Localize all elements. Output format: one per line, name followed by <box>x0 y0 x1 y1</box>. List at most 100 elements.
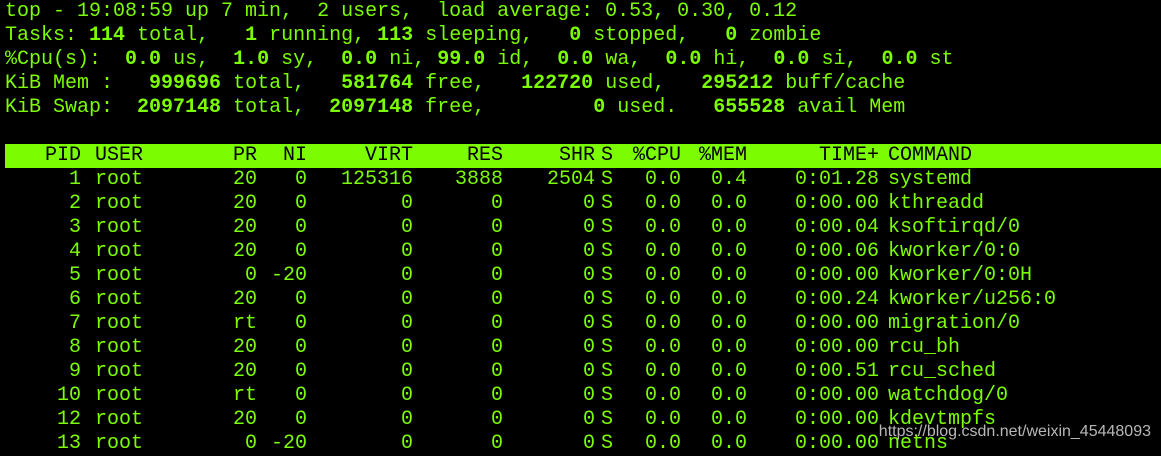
cpu-id-label: id, <box>497 48 534 71</box>
mem-cell: 0.0 <box>710 192 747 215</box>
state-cell: S <box>601 336 614 359</box>
shr-cell: 0 <box>582 384 595 407</box>
pr-cell: 20 <box>232 288 257 311</box>
mem-cell: 0.4 <box>710 168 747 191</box>
mem-cell: 0.0 <box>710 336 747 359</box>
time-cell: 0:00.00 <box>794 264 879 287</box>
pid-cell: 3 <box>68 216 81 239</box>
summary-uptime-line: top - 19:08:59 up 7 min, 2 users, load a… <box>5 0 797 24</box>
top-users: 2 users, <box>305 0 426 23</box>
pid-cell: 7 <box>68 312 81 335</box>
process-row[interactable]: 6 root 20 0 0 0 0 S 0.0 0.0 0:00.24 kworker/u256:0 <box>5 288 1161 312</box>
process-row[interactable]: 8 root 20 0 0 0 0 S 0.0 0.0 0:00.00 rcu_bh <box>5 336 1161 360</box>
cpu-id-value: 99.0 <box>437 48 486 71</box>
shr-cell: 0 <box>582 408 595 431</box>
top-time: 19:08:59 <box>77 0 174 23</box>
header-ni: NI <box>282 144 307 167</box>
swap-avail-value: 655528 <box>713 96 786 119</box>
header-time: TIME+ <box>818 144 879 167</box>
time-cell: 0:00.00 <box>794 192 879 215</box>
cpu-wa-value: 0.0 <box>557 48 594 71</box>
pr-cell: 20 <box>232 168 257 191</box>
process-table-header: PID USER PR NI VIRT RES SHR S %CPU %MEM … <box>5 144 1161 168</box>
cpu-sy-value: 1.0 <box>233 48 270 71</box>
time-cell: 0:00.00 <box>794 336 879 359</box>
ni-cell: -20 <box>270 432 307 455</box>
shr-cell: 0 <box>582 288 595 311</box>
top-prefix: top - <box>5 0 78 23</box>
tasks-zombie-value: 0 <box>725 24 738 47</box>
state-cell: S <box>601 168 614 191</box>
pid-cell: 2 <box>68 192 81 215</box>
process-row[interactable]: 7 root rt 0 0 0 0 S 0.0 0.0 0:00.00 migration/0 <box>5 312 1161 336</box>
header-res: RES <box>466 144 503 167</box>
mem-used-label: used, <box>605 72 666 95</box>
process-row[interactable]: 4 root 20 0 0 0 0 S 0.0 0.0 0:00.06 kworker/0:0 <box>5 240 1161 264</box>
mem-used-value: 122720 <box>521 72 594 95</box>
res-cell: 0 <box>490 336 503 359</box>
user-cell: root <box>95 264 144 287</box>
user-cell: root <box>95 192 144 215</box>
virt-cell: 0 <box>400 192 413 215</box>
time-cell: 0:00.06 <box>794 240 879 263</box>
time-cell: 0:00.00 <box>794 312 879 335</box>
cpu-cell: 0.0 <box>644 432 681 455</box>
shr-cell: 0 <box>582 240 595 263</box>
swap-free-label: free, <box>425 96 486 119</box>
process-row[interactable]: 9 root 20 0 0 0 0 S 0.0 0.0 0:00.51 rcu_sched <box>5 360 1161 384</box>
summary-mem-line: KiB Mem : 999696 total, 581764 free, 122… <box>5 72 905 96</box>
cpu-ni-label: ni, <box>389 48 426 71</box>
mem-total-value: 999696 <box>149 72 222 95</box>
res-cell: 0 <box>490 264 503 287</box>
mem-total-label: total, <box>233 72 306 95</box>
terminal-window[interactable]: top - 19:08:59 up 7 min, 2 users, load a… <box>0 0 1161 455</box>
pid-cell: 5 <box>68 264 81 287</box>
swap-free-value: 2097148 <box>329 96 414 119</box>
tasks-sleeping-label: sleeping, <box>425 24 534 47</box>
swap-total-label: total, <box>233 96 306 119</box>
pid-cell: 6 <box>68 288 81 311</box>
command-cell: kworker/0:0H <box>888 264 1033 287</box>
mem-cell: 0.0 <box>710 240 747 263</box>
mem-cell: 0.0 <box>710 312 747 335</box>
ni-cell: 0 <box>294 312 307 335</box>
swap-label: KiB Swap: <box>5 96 114 119</box>
tasks-total-value: 114 <box>89 24 126 47</box>
tasks-total-label: total, <box>137 24 210 47</box>
mem-buff-label: buff/cache <box>785 72 906 95</box>
res-cell: 0 <box>490 192 503 215</box>
virt-cell: 0 <box>400 288 413 311</box>
virt-cell: 0 <box>400 264 413 287</box>
header-pid: PID <box>44 144 81 167</box>
pr-cell: 20 <box>232 216 257 239</box>
pr-cell: 0 <box>244 264 257 287</box>
cpu-cell: 0.0 <box>644 240 681 263</box>
ni-cell: 0 <box>294 192 307 215</box>
process-row[interactable]: 2 root 20 0 0 0 0 S 0.0 0.0 0:00.00 kthreadd <box>5 192 1161 216</box>
process-row[interactable]: 1 root 20 0 125316 3888 2504 S 0.0 0.4 0:01.28 syst… <box>5 168 1161 192</box>
res-cell: 0 <box>490 384 503 407</box>
tasks-running-value: 1 <box>245 24 258 47</box>
pr-cell: rt <box>232 384 257 407</box>
mem-label: KiB Mem : <box>5 72 114 95</box>
shr-cell: 0 <box>582 192 595 215</box>
time-cell: 0:01.28 <box>794 168 879 191</box>
cpu-st-label: st <box>929 48 954 71</box>
state-cell: S <box>601 312 614 335</box>
process-row[interactable]: 5 root 0 -20 0 0 0 S 0.0 0.0 0:00.00 kworker/0:0H <box>5 264 1161 288</box>
cpu-cell: 0.0 <box>644 288 681 311</box>
load-average-value: 0.53, 0.30, 0.12 <box>605 0 798 23</box>
ni-cell: -20 <box>270 264 307 287</box>
cpu-si-label: si, <box>821 48 858 71</box>
virt-cell: 0 <box>400 360 413 383</box>
top-uptime: up 7 min, <box>173 0 306 23</box>
process-row[interactable]: 10 root rt 0 0 0 0 S 0.0 0.0 0:00.00 watchdog/0 <box>5 384 1161 408</box>
process-row[interactable]: 3 root 20 0 0 0 0 S 0.0 0.0 0:00.04 ksoftirqd/0 <box>5 216 1161 240</box>
time-cell: 0:00.00 <box>794 432 879 455</box>
user-cell: root <box>95 360 144 383</box>
res-cell: 0 <box>490 312 503 335</box>
cpu-cell: 0.0 <box>644 264 681 287</box>
shr-cell: 0 <box>582 360 595 383</box>
user-cell: root <box>95 432 144 455</box>
header-virt: VIRT <box>364 144 413 167</box>
